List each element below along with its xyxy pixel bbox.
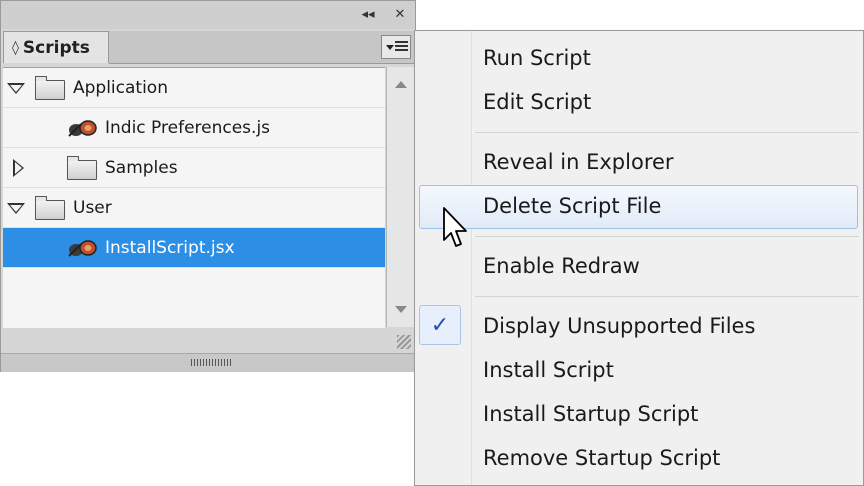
resize-grip-icon[interactable] (397, 335, 411, 349)
tree-item-label: Samples (105, 158, 178, 178)
menu-item-display-unsupported-files[interactable]: ✓ Display Unsupported Files (415, 305, 863, 349)
scroll-up-arrow-icon[interactable] (395, 81, 407, 88)
expanded-triangle-icon[interactable] (7, 83, 25, 94)
expanded-triangle-icon[interactable] (7, 203, 25, 214)
tree-item-label: User (73, 198, 112, 218)
menu-item-label: Enable Redraw (483, 254, 640, 278)
script-file-icon (68, 120, 97, 137)
menu-item-remove-startup-script[interactable]: Remove Startup Script (415, 437, 863, 481)
collapse-panel-icon[interactable]: ◂◂ (357, 6, 379, 24)
tree-row-application[interactable]: Application (3, 68, 385, 108)
collapsed-triangle-icon[interactable] (13, 159, 24, 177)
panel-menu-button[interactable] (381, 35, 411, 59)
menu-item-label: Run Script (483, 46, 591, 70)
menu-item-label: Install Script (483, 358, 614, 382)
scroll-down-arrow-icon[interactable] (395, 306, 407, 313)
menu-item-reveal-in-explorer[interactable]: Reveal in Explorer (415, 141, 863, 185)
tab-scripts[interactable]: ◊ Scripts (3, 31, 109, 63)
scripts-panel: ◂◂ ✕ ◊ Scripts Application Indic Prefere… (0, 0, 416, 372)
menu-item-enable-redraw[interactable]: Enable Redraw (415, 245, 863, 289)
script-tree: Application Indic Preferences.js Samples… (3, 67, 385, 328)
menu-item-label: Display Unsupported Files (483, 314, 756, 338)
folder-icon (67, 156, 97, 180)
script-file-icon (68, 240, 97, 257)
menu-item-label: Edit Script (483, 90, 592, 114)
panel-title-bar: ◂◂ ✕ (1, 1, 415, 29)
menu-item-label: Delete Script File (483, 194, 662, 218)
menu-item-delete-script-file[interactable]: Delete Script File (419, 185, 858, 229)
menu-separator (475, 296, 859, 297)
panel-resize-handle[interactable] (191, 359, 231, 366)
vertical-scrollbar[interactable] (386, 67, 415, 327)
hamburger-menu-icon (395, 41, 408, 53)
menu-item-label: Remove Startup Script (483, 446, 721, 470)
checkmark-icon: ✓ (419, 305, 461, 345)
folder-icon (35, 76, 65, 100)
panel-flyout-menu: Run Script Edit Script Reveal in Explore… (414, 30, 864, 486)
menu-item-install-startup-script[interactable]: Install Startup Script (415, 393, 863, 437)
tree-item-label: InstallScript.jsx (105, 238, 235, 258)
menu-separator (475, 236, 859, 237)
menu-separator (475, 132, 859, 133)
tree-item-label: Application (73, 78, 168, 98)
menu-item-run-script[interactable]: Run Script (415, 37, 863, 81)
tree-row-user[interactable]: User (3, 188, 385, 228)
close-panel-icon[interactable]: ✕ (389, 6, 411, 24)
tree-row-samples[interactable]: Samples (3, 148, 385, 188)
tree-item-label: Indic Preferences.js (105, 118, 271, 138)
tree-row-indic-preferences[interactable]: Indic Preferences.js (3, 108, 385, 148)
mouse-pointer-icon (443, 207, 467, 247)
tab-strip (109, 31, 415, 64)
panel-bottom-bar (1, 353, 415, 372)
menu-item-label: Install Startup Script (483, 402, 699, 426)
tree-row-installscript[interactable]: InstallScript.jsx (3, 228, 385, 268)
menu-item-edit-script[interactable]: Edit Script (415, 81, 863, 125)
dropdown-arrow-icon (386, 45, 394, 50)
menu-item-install-script[interactable]: Install Script (415, 349, 863, 393)
folder-icon (35, 196, 65, 220)
tab-expand-icon[interactable]: ◊ (12, 40, 19, 56)
menu-item-label: Reveal in Explorer (483, 150, 674, 174)
tab-title: Scripts (22, 37, 90, 58)
